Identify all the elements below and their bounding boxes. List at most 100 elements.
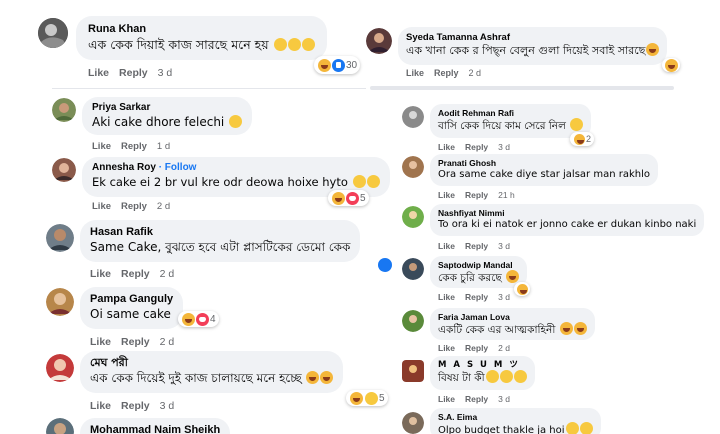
like-button[interactable]: Like bbox=[406, 68, 424, 78]
reply-button[interactable]: Reply bbox=[119, 67, 148, 79]
like-button[interactable]: Like bbox=[92, 141, 111, 152]
right-comments-column: Syeda Tamanna Ashraf এক খানা কেক র পিছ্ন… bbox=[362, 0, 720, 434]
reaction-count: 4 bbox=[210, 313, 216, 325]
like-button[interactable]: Like bbox=[438, 292, 455, 302]
like-button[interactable]: Like bbox=[90, 268, 111, 280]
timestamp[interactable]: 2 d bbox=[157, 201, 170, 212]
avatar[interactable] bbox=[402, 258, 424, 280]
follow-link[interactable]: · Follow bbox=[159, 162, 197, 173]
commenter-name[interactable]: S.A. Eima bbox=[438, 412, 593, 422]
comment-text: বাসি কেক দিয়ে কাম সেরে নিল bbox=[438, 118, 584, 133]
commenter-name[interactable]: Saptodwip Mandal bbox=[438, 260, 519, 270]
commenter-name[interactable]: M A S U M ツ bbox=[438, 360, 527, 370]
reply-button[interactable]: Reply bbox=[465, 292, 488, 302]
comment-actions: Like Reply 2 d bbox=[406, 68, 481, 78]
commenter-name[interactable]: মেঘ পরী bbox=[90, 356, 333, 370]
reaction-summary[interactable]: 30 bbox=[314, 56, 361, 74]
avatar[interactable] bbox=[46, 418, 74, 434]
comment-bubble: Pranati Ghosh Ora same cake diye star ja… bbox=[430, 154, 658, 186]
reply-button[interactable]: Reply bbox=[121, 141, 147, 152]
smile-emoji-icon bbox=[301, 38, 315, 51]
like-button[interactable]: Like bbox=[438, 190, 455, 200]
smile-emoji-icon bbox=[273, 38, 287, 51]
avatar[interactable] bbox=[46, 224, 74, 252]
reply-button[interactable]: Reply bbox=[465, 142, 488, 152]
reply-button[interactable]: Reply bbox=[121, 400, 150, 412]
timestamp[interactable]: 2 d bbox=[160, 336, 175, 348]
timestamp[interactable]: 3 d bbox=[498, 394, 510, 404]
avatar[interactable] bbox=[402, 310, 424, 332]
reaction-summary[interactable]: 4 bbox=[178, 311, 219, 327]
timestamp[interactable]: 3 d bbox=[160, 400, 175, 412]
avatar[interactable] bbox=[46, 354, 74, 382]
commenter-name[interactable]: Priya Sarkar bbox=[92, 102, 242, 114]
reaction-summary[interactable] bbox=[662, 58, 680, 72]
commenter-name[interactable]: Mohammad Naim Sheikh bbox=[90, 423, 220, 434]
commenter-name[interactable]: Hasan Rafik bbox=[90, 225, 350, 239]
avatar[interactable] bbox=[402, 106, 424, 128]
like-button[interactable]: Like bbox=[438, 343, 455, 353]
reply-button[interactable]: Reply bbox=[465, 241, 488, 251]
laugh-emoji-icon bbox=[559, 322, 573, 335]
like-button[interactable]: Like bbox=[438, 394, 455, 404]
reply-button[interactable]: Reply bbox=[465, 343, 488, 353]
comment-bubble: Saptodwip Mandal কেক চুরি করছে bbox=[430, 256, 528, 288]
comment-actions: Like Reply 2 d bbox=[92, 201, 170, 212]
comment-bubble: Aodit Rehman Rafi বাসি কেক দিয়ে কাম সের… bbox=[430, 104, 592, 138]
like-button[interactable]: Like bbox=[438, 241, 455, 251]
comment-bubble: Runa Khan এক কেক দিয়াই কাজ সারছে মনে হয… bbox=[76, 16, 327, 60]
commenter-name[interactable]: Runa Khan bbox=[88, 22, 315, 36]
heart-reaction-icon bbox=[346, 191, 359, 205]
reaction-summary[interactable]: 2 bbox=[570, 132, 595, 146]
commenter-name[interactable]: Pampa Ganguly bbox=[90, 292, 173, 306]
reply-button[interactable]: Reply bbox=[121, 201, 147, 212]
avatar[interactable] bbox=[402, 156, 424, 178]
comment-actions: Like Reply 3 d bbox=[438, 142, 510, 152]
laugh-emoji-icon bbox=[306, 371, 320, 384]
avatar[interactable] bbox=[52, 98, 76, 122]
like-button[interactable]: Like bbox=[92, 201, 111, 212]
timestamp[interactable]: 2 d bbox=[498, 343, 510, 353]
reply-button[interactable]: Reply bbox=[121, 268, 150, 280]
laugh-reaction-icon bbox=[665, 58, 678, 72]
commenter-name[interactable]: Pranati Ghosh bbox=[438, 158, 650, 168]
divider bbox=[370, 86, 674, 90]
like-button[interactable]: Like bbox=[90, 336, 111, 348]
avatar[interactable] bbox=[52, 158, 76, 182]
avatar[interactable] bbox=[366, 28, 392, 54]
timestamp[interactable]: 3 d bbox=[498, 292, 510, 302]
avatar[interactable] bbox=[402, 412, 424, 434]
smile-emoji-icon bbox=[287, 38, 301, 51]
comment-actions: Like Reply 3 d bbox=[438, 394, 510, 404]
commenter-name[interactable]: Aodit Rehman Rafi bbox=[438, 108, 583, 118]
avatar[interactable] bbox=[38, 18, 68, 48]
avatar[interactable] bbox=[402, 206, 424, 228]
timestamp[interactable]: 2 d bbox=[469, 68, 482, 78]
timestamp[interactable]: 3 d bbox=[498, 142, 510, 152]
like-button[interactable]: Like bbox=[90, 400, 111, 412]
reply-button[interactable]: Reply bbox=[434, 68, 459, 78]
timestamp[interactable]: 3 d bbox=[498, 241, 510, 251]
commenter-name[interactable]: Nashfiyat Nimmi bbox=[438, 208, 696, 218]
reaction-summary[interactable] bbox=[514, 282, 530, 296]
timestamp[interactable]: 1 d bbox=[157, 141, 170, 152]
avatar[interactable] bbox=[402, 360, 424, 382]
reaction-count: 30 bbox=[346, 59, 358, 71]
like-button[interactable]: Like bbox=[88, 67, 109, 79]
comment-actions: Like Reply 3 d bbox=[438, 292, 510, 302]
commenter-name[interactable]: Annesha Roy · Follow bbox=[92, 162, 380, 174]
timestamp[interactable]: 3 d bbox=[158, 67, 173, 79]
reply-button[interactable]: Reply bbox=[465, 394, 488, 404]
timestamp[interactable]: 21 h bbox=[498, 190, 515, 200]
like-button[interactable]: Like bbox=[438, 142, 455, 152]
reply-button[interactable]: Reply bbox=[465, 190, 488, 200]
avatar[interactable] bbox=[46, 288, 74, 316]
laugh-emoji-icon bbox=[646, 43, 660, 56]
reply-button[interactable]: Reply bbox=[121, 336, 150, 348]
timestamp[interactable]: 2 d bbox=[160, 268, 175, 280]
commenter-name[interactable]: Syeda Tamanna Ashraf bbox=[406, 32, 659, 43]
comment-bubble: মেঘ পরী এক কেক দিয়েই দুই কাজ চালায়ছে ম… bbox=[80, 351, 344, 393]
comment-actions: Like Reply 2 d bbox=[90, 268, 174, 280]
commenter-name[interactable]: Faria Jaman Lova bbox=[438, 312, 587, 322]
comment-bubble: Pampa Ganguly Oi same cake bbox=[80, 287, 184, 329]
